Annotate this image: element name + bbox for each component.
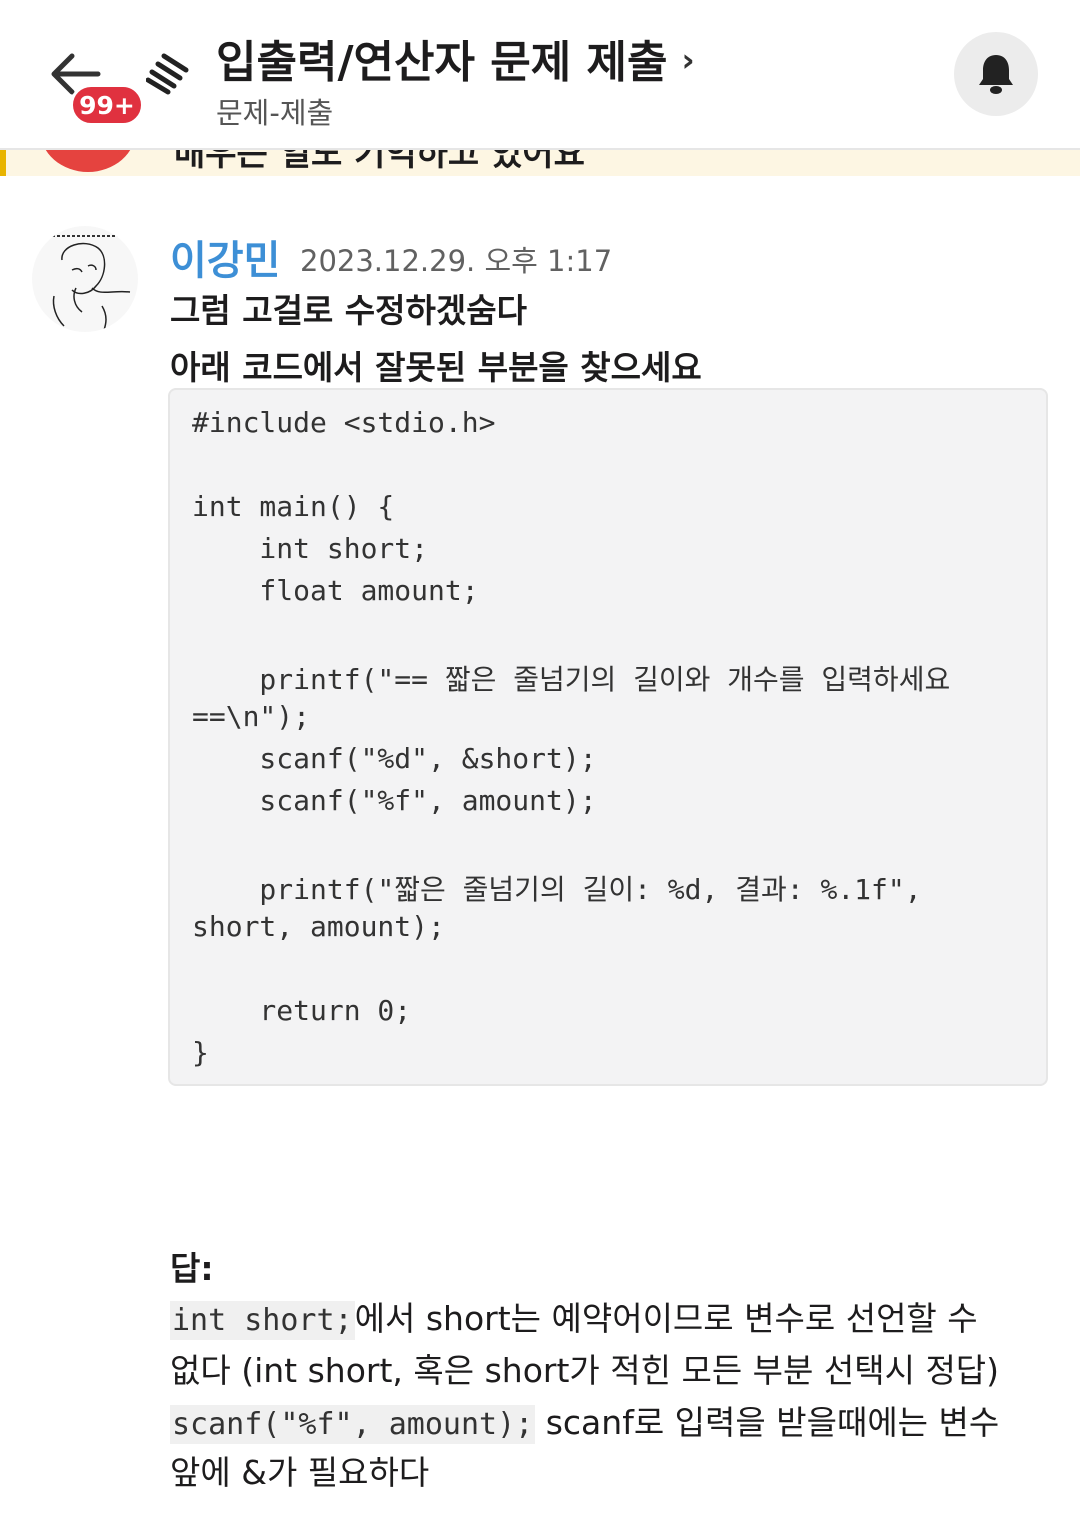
channel-title-text: 입출력/연산자 문제 제출 xyxy=(216,37,668,88)
code-line: ==\n"); xyxy=(192,700,311,733)
message-text-line: 그럼 고걸로 수정하겠숨다 xyxy=(170,291,527,330)
channel-header: 99+ 입출력/연산자 문제 제출 › 문제-제출 xyxy=(0,0,1080,150)
answer-line: 앞에 &가 필요하다 xyxy=(170,1453,430,1492)
previous-message-text: 배우는 일도 기억하고 있어요 xyxy=(174,148,585,174)
answer-text: 에서 short는 예약어이므로 변수로 선언할 수 xyxy=(354,1299,978,1338)
unread-count-badge: 99+ xyxy=(70,84,144,126)
code-line: scanf("%f", amount); xyxy=(192,784,597,817)
inline-code: scanf("%f", amount); xyxy=(170,1405,536,1444)
message-text-line: 아래 코드에서 잘못된 부분을 찾으세요 xyxy=(170,348,702,387)
message-author[interactable]: 이강민 xyxy=(170,228,280,286)
code-line: printf("짧은 줄넘기의 길이: %d, 결과: %.1f", xyxy=(192,873,922,906)
channel-subtitle: 문제-제출 xyxy=(216,96,334,130)
answer-line: 없다 (int short, 혹은 short가 적힌 모든 부분 선택시 정답… xyxy=(170,1351,1000,1390)
avatar[interactable] xyxy=(32,226,138,332)
code-line: float amount; xyxy=(192,574,479,607)
code-block: #include <stdio.h> int main() { int shor… xyxy=(168,388,1048,1086)
channel-hash-icon xyxy=(146,53,189,95)
code-line: short, amount); xyxy=(192,910,445,943)
inline-code: int short; xyxy=(170,1301,355,1340)
answer-line: int short;에서 short는 예약어이므로 변수로 선언할 수 xyxy=(170,1292,978,1340)
previous-message-strip: 배우는 일도 기억하고 있어요 xyxy=(0,148,1080,176)
notification-button[interactable] xyxy=(954,32,1038,116)
answer-label: 답: xyxy=(170,1249,214,1288)
code-line: scanf("%d", &short); xyxy=(192,742,597,775)
code-line: } xyxy=(192,1036,209,1069)
chevron-right-icon: › xyxy=(681,41,695,79)
code-line: printf("== 짧은 줄넘기의 길이와 개수를 입력하세요 xyxy=(192,663,951,696)
answer-text: scanf로 입력을 받을때에는 변수 xyxy=(535,1403,1000,1442)
bell-icon xyxy=(979,55,1013,94)
message-timestamp: 2023.12.29. 오후 1:17 xyxy=(300,244,613,278)
previous-avatar xyxy=(40,148,136,172)
channel-title[interactable]: 입출력/연산자 문제 제출 › xyxy=(216,26,695,90)
avatar-drawing xyxy=(52,235,131,331)
code-line: int main() { xyxy=(192,490,395,523)
code-line: return 0; xyxy=(192,994,412,1027)
code-line: int short; xyxy=(192,532,429,565)
code-line: #include <stdio.h> xyxy=(192,406,496,439)
answer-line: scanf("%f", amount); scanf로 입력을 받을때에는 변수 xyxy=(170,1396,999,1444)
